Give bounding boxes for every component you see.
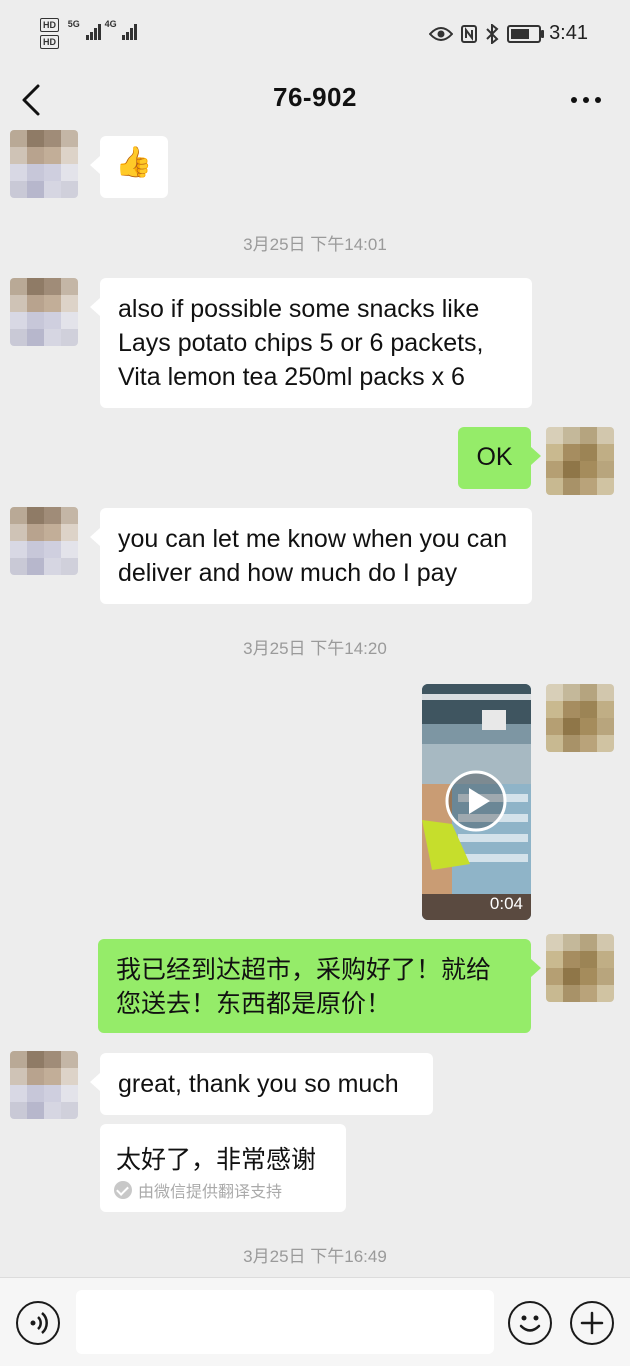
message-bubble-received[interactable]: also if possible some snacks like Lays p…	[90, 278, 532, 408]
contact-avatar[interactable]	[10, 507, 78, 575]
voice-input-button[interactable]	[16, 1301, 60, 1345]
contact-avatar[interactable]	[10, 278, 78, 346]
contact-avatar[interactable]	[10, 1051, 78, 1119]
video-duration: 0:04	[489, 894, 523, 913]
message-text: you can let me know when you can deliver…	[118, 525, 508, 587]
my-avatar[interactable]	[546, 934, 614, 1002]
clock: 3:41	[549, 22, 588, 44]
input-bar	[0, 1277, 630, 1366]
message-timestamp: 3月25日 下午16:49	[243, 1247, 387, 1266]
translation-text: 太好了，非常感谢	[116, 1146, 317, 1174]
message-text: also if possible some snacks like Lays p…	[118, 295, 484, 391]
message-text: OK	[476, 443, 513, 471]
thumbs-up-emoji: 👍	[115, 146, 153, 179]
message-bubble-received[interactable]: great, thank you so much	[90, 1053, 433, 1115]
chat-title: 76-902	[273, 82, 357, 112]
eye-icon	[429, 26, 454, 41]
message-text: great, thank you so much	[118, 1070, 399, 1098]
hd-badge: HD	[40, 18, 59, 32]
message-bubble-sent[interactable]: 我已经到达超市，采购好了！就给您送去！东西都是原价！	[98, 939, 541, 1033]
plus-icon	[580, 1311, 604, 1335]
more-options-icon[interactable]	[570, 96, 602, 104]
message-timestamp: 3月25日 下午14:01	[243, 235, 387, 254]
smiley-icon	[519, 1315, 541, 1332]
video-message[interactable]: 0:04	[422, 684, 531, 920]
chat-header: 76-902	[0, 70, 630, 130]
my-avatar[interactable]	[546, 684, 614, 752]
message-text: 我已经到达超市，采购好了！就给您送去！东西都是原价！	[116, 956, 492, 1018]
play-icon[interactable]	[445, 770, 507, 832]
battery-icon	[507, 24, 545, 43]
status-right: 3:41	[429, 22, 588, 45]
message-input[interactable]	[76, 1290, 494, 1354]
message-timestamp: 3月25日 下午14:20	[243, 639, 387, 658]
message-bubble-received[interactable]: 👍	[90, 136, 168, 198]
translation-bubble[interactable]: 太好了，非常感谢 由微信提供翻译支持	[100, 1124, 346, 1212]
message-bubble-sent[interactable]: OK	[458, 427, 541, 489]
network-indicators: HD 5G 4G HD	[40, 18, 117, 49]
contact-avatar[interactable]	[10, 130, 78, 198]
voice-icon	[30, 1312, 48, 1334]
more-actions-button[interactable]	[570, 1301, 614, 1345]
check-circle-icon	[114, 1181, 132, 1199]
network-type-label: 5G	[67, 19, 80, 29]
bluetooth-icon	[486, 23, 499, 44]
status-bar: HD 5G 4G HD 3:41	[0, 0, 630, 70]
nfc-icon	[461, 24, 478, 43]
network-type-label: 4G	[104, 19, 117, 29]
translation-note: 由微信提供翻译支持	[114, 1178, 282, 1202]
hd-badge: HD	[40, 35, 59, 49]
emoji-button[interactable]	[508, 1301, 552, 1345]
message-bubble-received[interactable]: you can let me know when you can deliver…	[90, 508, 532, 604]
translation-note-text: 由微信提供翻译支持	[138, 1184, 283, 1201]
my-avatar[interactable]	[546, 427, 614, 495]
